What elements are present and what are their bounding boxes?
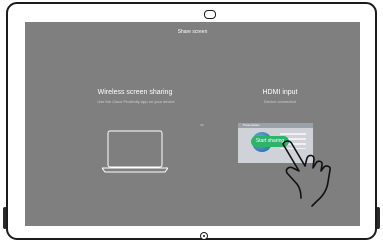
laptop-icon bbox=[102, 130, 168, 173]
hdmi-input-title: HDMI input bbox=[262, 89, 298, 96]
wireless-sharing-title: Wireless screen sharing bbox=[97, 89, 173, 96]
home-button-icon[interactable] bbox=[200, 232, 208, 240]
or-divider-label: or bbox=[200, 122, 204, 127]
hdmi-device-status: Device connected bbox=[264, 99, 296, 104]
share-screen-panel: Share screen Wireless screen sharing Use… bbox=[25, 22, 360, 226]
tap-hand-icon bbox=[282, 140, 331, 207]
wireless-sharing-subtitle: Use the Cisco Proximity app on your devi… bbox=[97, 99, 175, 104]
camera-icon bbox=[204, 10, 216, 19]
preview-header-text: Presentation bbox=[243, 123, 260, 127]
screen-title: Share screen bbox=[177, 29, 208, 35]
preview-header-bar: Presentation bbox=[238, 123, 313, 128]
